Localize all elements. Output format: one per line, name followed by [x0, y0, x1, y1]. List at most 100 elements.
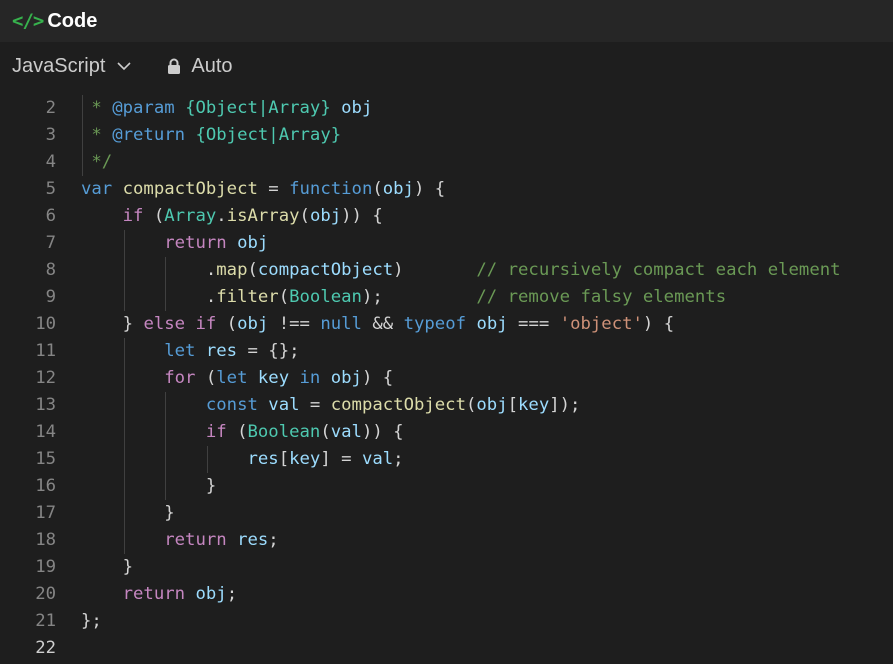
indent-guide: [123, 230, 125, 311]
code-token: {Object|Array}: [185, 98, 331, 118]
code-token: const: [205, 395, 258, 415]
language-label: JavaScript: [12, 54, 106, 77]
code-token: for: [164, 368, 196, 388]
code-line: 9 .filter(Boolean); // remove falsy elem…: [0, 284, 893, 311]
code-text: for (let key in obj) {: [81, 365, 393, 392]
line-number: 14: [35, 422, 56, 442]
code-token: var: [81, 179, 113, 199]
code-text: }: [81, 554, 133, 581]
code-text: return res;: [81, 527, 279, 554]
code-token: val: [361, 449, 394, 469]
code-token: key: [518, 395, 550, 415]
code-token: ]);: [549, 395, 581, 415]
code-token: ] =: [320, 449, 362, 469]
language-selector[interactable]: JavaScript: [12, 55, 131, 78]
line-number: 11: [35, 341, 56, 361]
code-token: obj: [330, 368, 362, 388]
code-token: Array: [164, 206, 217, 226]
line-number: 19: [35, 557, 56, 577]
code-token: else: [143, 314, 186, 334]
line-number: 8: [45, 260, 56, 280]
code-line: 20 return obj;: [0, 581, 893, 608]
code-token: [: [278, 449, 290, 469]
code-line: 13 const val = compactObject(obj[key]);: [0, 392, 893, 419]
code-text: if (Boolean(val)) {: [81, 419, 404, 446]
code-line: 11 let res = {};: [0, 338, 893, 365]
code-token: obj: [237, 314, 269, 334]
line-number: 4: [45, 152, 56, 172]
code-token: Boolean: [289, 287, 362, 307]
code-token: );: [361, 287, 477, 307]
code-text: .filter(Boolean); // remove falsy elemen…: [81, 284, 726, 311]
code-line: 2 * @param {Object|Array} obj: [0, 95, 893, 122]
code-token: =: [299, 395, 331, 415]
code-token: (: [320, 422, 331, 442]
code-token: ;: [268, 530, 279, 550]
line-number: 9: [45, 287, 56, 307]
code-token: obj: [382, 179, 414, 199]
code-text: return obj;: [81, 581, 237, 608]
code-token: ): [393, 260, 477, 280]
window-title: Code: [47, 9, 98, 32]
code-token: in: [299, 368, 321, 388]
code-token: (: [247, 260, 258, 280]
code-editor[interactable]: 2 * @param {Object|Array} obj 3 * @return…: [0, 90, 893, 664]
code-token: [: [507, 395, 519, 415]
line-number: 22: [35, 638, 56, 658]
code-token: (: [372, 179, 383, 199]
code-line: 21};: [0, 608, 893, 635]
title-bar: </> Code: [0, 0, 893, 42]
code-token: (: [278, 287, 290, 307]
code-text: };: [81, 608, 102, 635]
code-text: }: [81, 500, 174, 527]
code-text: const val = compactObject(obj[key]);: [81, 392, 581, 419]
line-number: 16: [35, 476, 56, 496]
line-number: 13: [35, 395, 56, 415]
indent-guide: [82, 95, 83, 176]
line-number: 15: [35, 449, 56, 469]
line-number: 2: [45, 98, 56, 118]
code-line: 15 res[key] = val;: [0, 446, 893, 473]
code-token: if: [122, 206, 144, 226]
code-token: (: [195, 368, 217, 388]
mode-label[interactable]: Auto: [191, 55, 232, 78]
code-token: {Object|Array}: [195, 125, 342, 145]
indent-guide: [206, 446, 208, 473]
code-token: = {};: [237, 341, 300, 361]
code-token: }: [81, 557, 134, 577]
code-token: !==: [268, 314, 321, 334]
code-token: ) {: [642, 314, 675, 334]
code-token: let: [216, 368, 248, 388]
code-line: 17 }: [0, 500, 893, 527]
code-text: * @return {Object|Array}: [81, 122, 341, 149]
code-line: 10 } else if (obj !== null && typeof obj…: [0, 311, 893, 338]
code-token: let: [164, 341, 196, 361]
code-token: ) {: [413, 179, 446, 199]
code-token: function: [289, 179, 373, 199]
code-token: )) {: [361, 422, 404, 442]
code-token: ) {: [361, 368, 394, 388]
code-token: return: [164, 530, 227, 550]
code-line: 3 * @return {Object|Array}: [0, 122, 893, 149]
code-token: val: [330, 422, 362, 442]
code-token: obj: [195, 584, 227, 604]
line-number: 5: [45, 179, 56, 199]
code-line: 4 */: [0, 149, 893, 176]
indent-guide: [165, 257, 167, 311]
code-line: 5 var compactObject = function(obj) {: [0, 176, 893, 203]
code-text: } else if (obj !== null && typeof obj ==…: [81, 311, 675, 338]
code-token: (: [226, 422, 248, 442]
code-token: .: [216, 206, 227, 226]
